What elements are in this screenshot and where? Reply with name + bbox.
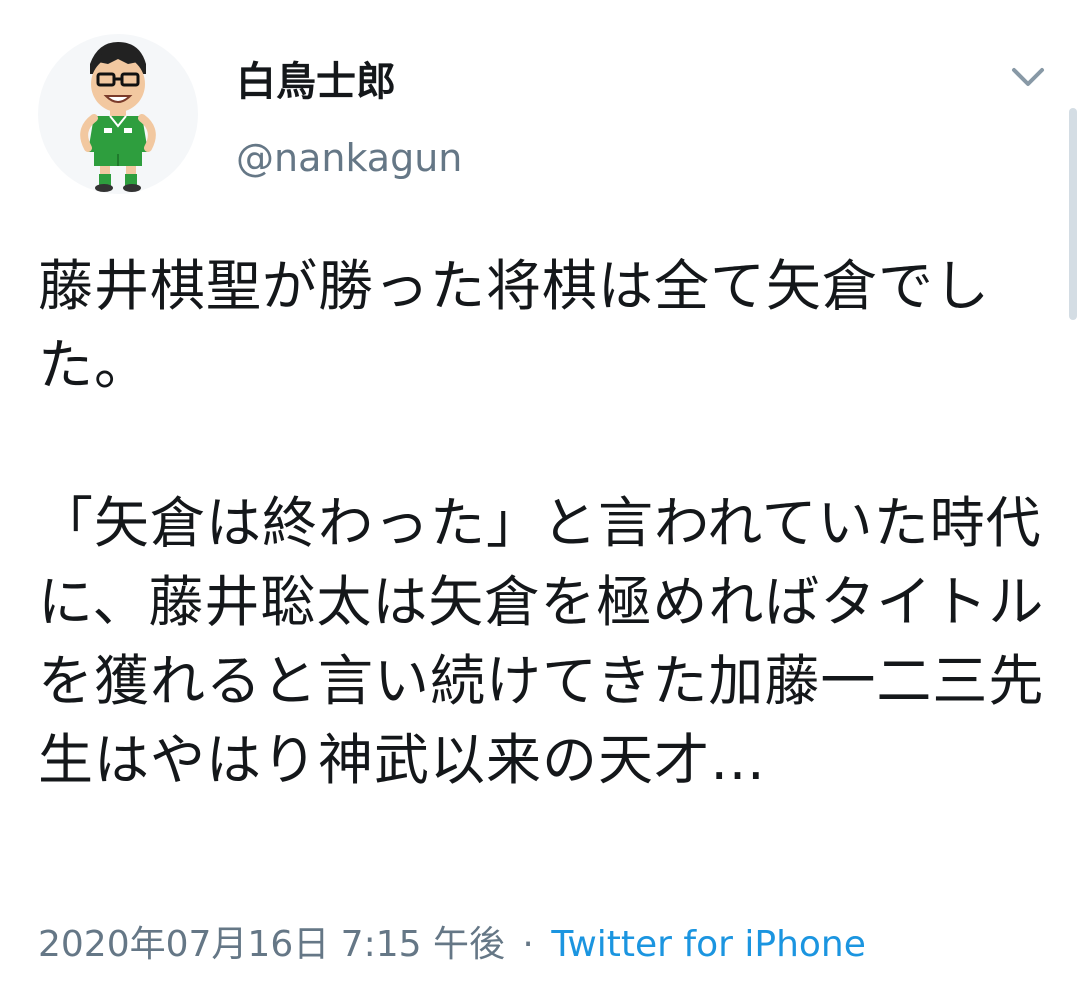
scrollbar[interactable] xyxy=(1069,108,1077,320)
tweet-card: 白鳥士郎 @nankagun 藤井棋聖が勝った将棋は全て矢倉でした。 「矢倉は終… xyxy=(0,0,1079,999)
avatar-illustration xyxy=(80,42,156,192)
chevron-down-icon[interactable] xyxy=(1006,60,1050,96)
display-name[interactable]: 白鳥士郎 xyxy=(236,56,396,108)
tweet-meta: 2020年07月16日 7:15 午後 · Twitter for iPhone xyxy=(38,920,866,970)
avatar[interactable] xyxy=(38,34,198,194)
user-handle[interactable]: @nankagun xyxy=(236,134,462,182)
timestamp[interactable]: 2020年07月16日 7:15 午後 xyxy=(38,924,505,965)
meta-separator: · xyxy=(522,924,534,965)
source-link[interactable]: Twitter for iPhone xyxy=(551,924,866,965)
tweet-text: 藤井棋聖が勝った将棋は全て矢倉でした。 「矢倉は終わった」と言われていた時代に、… xyxy=(38,254,1045,792)
